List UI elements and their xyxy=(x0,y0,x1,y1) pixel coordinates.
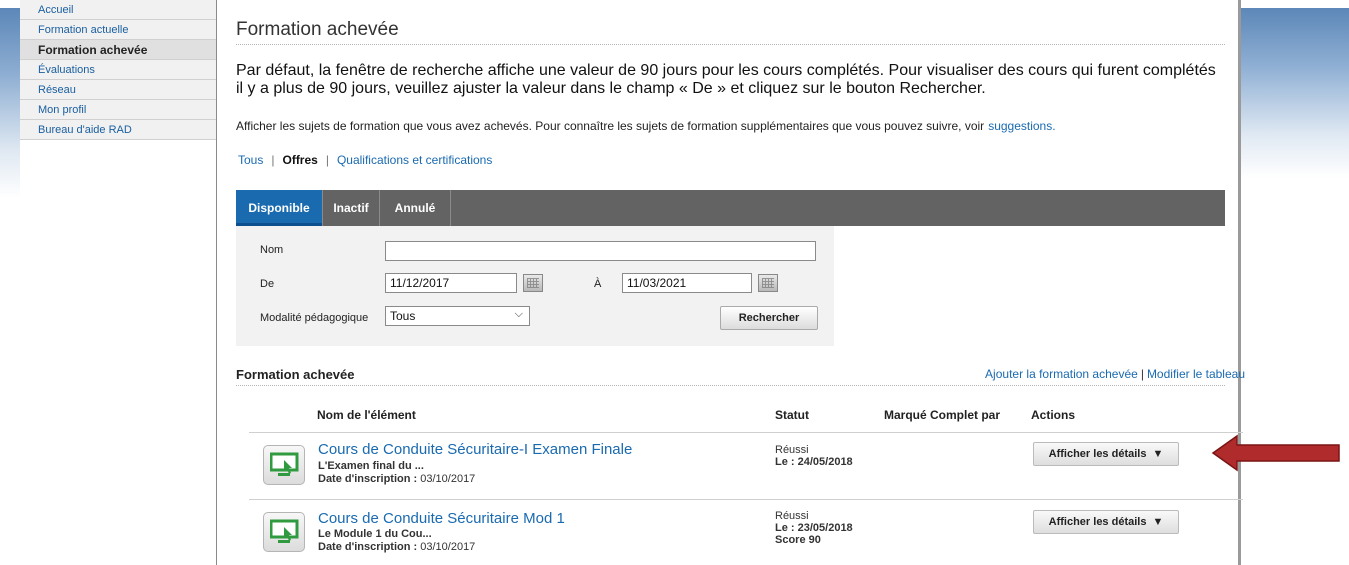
title-divider xyxy=(236,44,1225,45)
to-date-input[interactable] xyxy=(622,273,752,293)
score-text: Score 90 xyxy=(775,534,821,546)
view-details-label: Afficher les détails xyxy=(1048,448,1147,460)
enroll-date: Date d'inscription : 03/10/2017 xyxy=(318,541,475,553)
filter-offers-current[interactable]: Offres xyxy=(282,153,317,167)
sidebar: Accueil Formation actuelle Formation ach… xyxy=(20,0,217,565)
status-date-value: 24/05/2018 xyxy=(797,456,853,468)
course-description: L'Examen final du ... xyxy=(318,460,424,472)
header-decoration-left xyxy=(0,8,20,198)
sidebar-item-bureau-aide[interactable]: Bureau d'aide RAD xyxy=(20,120,216,140)
view-details-label: Afficher les détails xyxy=(1048,516,1147,528)
callout-arrow-icon xyxy=(1211,434,1340,472)
status-tabs: Disponible Inactif Annulé xyxy=(236,190,1225,226)
help-note: Afficher les sujets de formation que vou… xyxy=(236,119,1236,133)
tab-annule[interactable]: Annulé xyxy=(380,190,451,226)
tab-inactif[interactable]: Inactif xyxy=(323,190,380,226)
status-date: Le : 24/05/2018 xyxy=(775,456,853,468)
from-date-input[interactable] xyxy=(385,273,517,293)
from-label: De xyxy=(260,278,275,290)
dropdown-arrow-icon: ▼ xyxy=(1152,448,1164,460)
modality-select[interactable]: Tous ⌵ xyxy=(385,306,530,326)
column-header-actions: Actions xyxy=(1031,408,1076,422)
header-decoration-right xyxy=(1241,8,1349,178)
sidebar-item-mon-profil[interactable]: Mon profil xyxy=(20,100,216,120)
status-text: Réussi xyxy=(775,510,809,522)
edit-table-link[interactable]: Modifier le tableau xyxy=(1147,367,1245,381)
sidebar-item-reseau[interactable]: Réseau xyxy=(20,80,216,100)
view-details-button[interactable]: Afficher les détails ▼ xyxy=(1033,510,1179,534)
section-actions: Ajouter la formation achevée | Modifier le… xyxy=(917,367,1245,381)
filter-links: Tous | Offres | Qualifications et certificat… xyxy=(238,153,492,167)
modality-label: Modalité pédagogique xyxy=(260,312,369,324)
status-date-label: Le : xyxy=(775,522,795,534)
enroll-date-value: 03/10/2017 xyxy=(420,473,476,485)
section-divider xyxy=(236,385,1225,386)
to-label: À xyxy=(594,278,602,290)
tab-disponible[interactable]: Disponible xyxy=(236,190,323,226)
sidebar-item-evaluations[interactable]: Évaluations xyxy=(20,60,216,80)
name-input[interactable] xyxy=(385,241,816,261)
enroll-date-label: Date d'inscription : xyxy=(318,541,418,553)
sidebar-item-accueil[interactable]: Accueil xyxy=(20,0,216,20)
modality-selected: Tous xyxy=(390,309,416,323)
intro-text: Par défaut, la fenêtre de recherche affi… xyxy=(236,62,1216,97)
column-header-name: Nom de l'élément xyxy=(317,408,416,422)
main-content: Formation achevée Par défaut, la fenêtre… xyxy=(217,0,1245,565)
completed-section-title: Formation achevée xyxy=(236,367,355,382)
dropdown-arrow-icon: ▼ xyxy=(1152,516,1164,528)
calendar-icon[interactable] xyxy=(758,274,778,292)
view-details-button[interactable]: Afficher les détails ▼ xyxy=(1033,442,1179,466)
search-form: Nom De À Modalité pédagogique Tous ⌵ Rec… xyxy=(236,226,834,346)
search-button[interactable]: Rechercher xyxy=(720,306,818,330)
sidebar-item-formation-actuelle[interactable]: Formation actuelle xyxy=(20,20,216,40)
page-title: Formation achevée xyxy=(236,19,399,40)
enroll-date: Date d'inscription : 03/10/2017 xyxy=(318,473,475,485)
sidebar-item-formation-achevee[interactable]: Formation achevée xyxy=(20,40,216,60)
status-text: Réussi xyxy=(775,444,809,456)
column-header-status: Statut xyxy=(775,408,809,422)
course-link[interactable]: Cours de Conduite Sécuritaire Mod 1 xyxy=(318,510,565,527)
suggestions-link[interactable]: suggestions. xyxy=(988,119,1055,133)
links-separator: | xyxy=(1140,367,1144,381)
calendar-icon[interactable] xyxy=(523,274,543,292)
status-date-value: 23/05/2018 xyxy=(797,522,853,534)
enroll-date-value: 03/10/2017 xyxy=(420,541,476,553)
status-date-label: Le : xyxy=(775,456,795,468)
online-course-icon xyxy=(263,512,305,552)
row-divider xyxy=(249,499,1243,500)
name-label: Nom xyxy=(260,244,284,256)
filter-all-link[interactable]: Tous xyxy=(238,153,263,167)
add-completed-link[interactable]: Ajouter la formation achevée xyxy=(985,367,1138,381)
column-header-completed-by: Marqué Complet par xyxy=(884,408,1001,422)
filter-qualifications-link[interactable]: Qualifications et certifications xyxy=(337,153,492,167)
help-note-text: Afficher les sujets de formation que vou… xyxy=(236,119,985,133)
status-date: Le : 23/05/2018 xyxy=(775,522,853,534)
online-course-icon xyxy=(263,445,305,485)
filter-separator: | xyxy=(325,153,329,167)
enroll-date-label: Date d'inscription : xyxy=(318,473,418,485)
filter-separator: | xyxy=(271,153,275,167)
course-link[interactable]: Cours de Conduite Sécuritaire-I Examen F… xyxy=(318,441,632,458)
course-description: Le Module 1 du Cou... xyxy=(318,528,432,540)
chevron-down-icon: ⌵ xyxy=(514,308,523,320)
row-divider xyxy=(249,432,1243,433)
